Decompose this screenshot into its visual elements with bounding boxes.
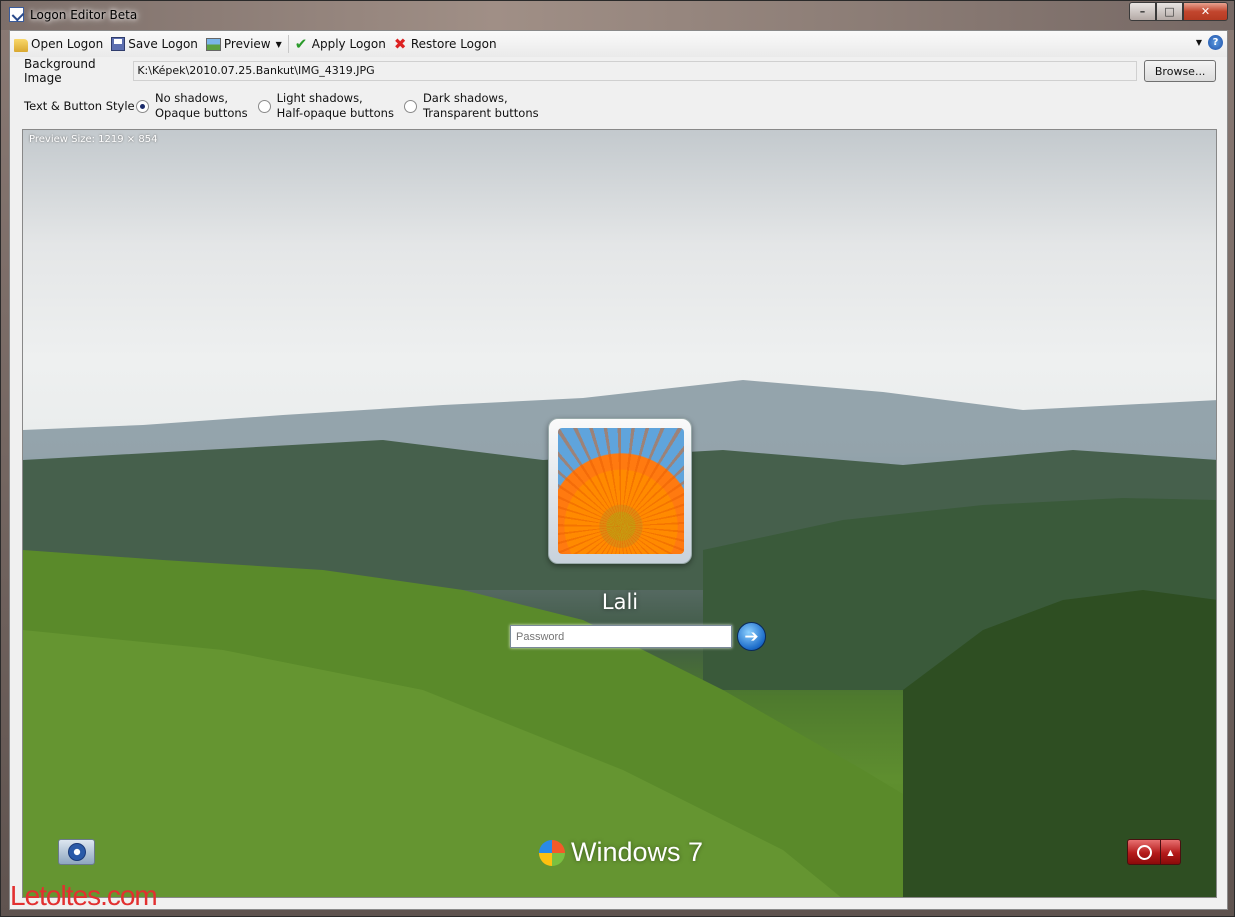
watermark-text: Letoltes.com: [10, 880, 158, 911]
shutdown-button-group: ▲: [1127, 839, 1181, 865]
radio-label-line2: Transparent buttons: [422, 106, 539, 120]
restore-logon-label: Restore Logon: [410, 37, 497, 51]
radio-no-shadows[interactable]: No shadows, Opaque buttons: [136, 91, 248, 121]
app-icon: [9, 7, 24, 22]
open-logon-label: Open Logon: [31, 37, 104, 51]
apply-logon-label: Apply Logon: [311, 37, 386, 51]
password-input[interactable]: [510, 625, 732, 648]
client-area: Open Logon Save Logon Preview ▼ ✔ Apply …: [9, 30, 1228, 910]
user-avatar: [558, 428, 684, 554]
radio-button[interactable]: [257, 99, 271, 113]
background-path-field[interactable]: K:\Képek\2010.07.25.Bankut\IMG_4319.JPG: [133, 61, 1138, 81]
browse-button[interactable]: Browse...: [1144, 60, 1216, 82]
disk-icon: [111, 37, 126, 51]
checkmark-icon: ✔: [294, 35, 308, 53]
style-label: Text & Button Style: [24, 99, 135, 113]
preview-size-label: Preview Size: 1219 × 854: [29, 134, 158, 145]
ease-of-access-icon: [67, 843, 86, 861]
chevron-down-icon: ▼: [275, 39, 282, 49]
restore-logon-button[interactable]: ✖ Restore Logon: [394, 36, 497, 52]
radio-light-shadows[interactable]: Light shadows, Half-opaque buttons: [257, 91, 394, 121]
background-image-row: Background Image K:\Képek\2010.07.25.Ban…: [24, 57, 1216, 85]
folder-icon: [14, 38, 28, 52]
windows-7-logo: Windows 7: [539, 837, 703, 868]
radio-label: Light shadows, Half-opaque buttons: [277, 91, 394, 121]
radio-label-line1: Dark shadows,: [422, 91, 508, 105]
toolbar-separator: [287, 35, 289, 53]
power-icon: [1136, 844, 1152, 860]
user-tile[interactable]: [548, 418, 692, 564]
red-x-icon: ✖: [393, 35, 407, 53]
ease-of-access-button[interactable]: [58, 839, 95, 865]
save-logon-button[interactable]: Save Logon: [111, 37, 198, 51]
apply-logon-button[interactable]: ✔ Apply Logon: [295, 36, 386, 52]
radio-dark-shadows[interactable]: Dark shadows, Transparent buttons: [403, 91, 539, 121]
background-image-label: Background Image: [24, 57, 96, 85]
windows-flag-icon: [539, 839, 565, 866]
radio-label-line1: Light shadows,: [276, 91, 363, 105]
maximize-button[interactable]: □: [1156, 2, 1183, 21]
minimize-button[interactable]: –: [1129, 2, 1156, 21]
radio-button-selected[interactable]: [136, 99, 149, 113]
toolbar: Open Logon Save Logon Preview ▼ ✔ Apply …: [10, 31, 1227, 57]
caption-buttons: – □ ✕: [1129, 2, 1228, 21]
app-window: Logon Editor Beta – □ ✕ Open Logon Save …: [0, 0, 1235, 917]
radio-label: Dark shadows, Transparent buttons: [423, 91, 539, 121]
title-bar[interactable]: Logon Editor Beta – □ ✕: [1, 1, 1234, 30]
preview-dropdown-button[interactable]: Preview ▼: [205, 37, 282, 51]
logon-preview: Preview Size: 1219 × 854 Lali ➔ Windows …: [22, 129, 1217, 898]
overflow-chevron-icon[interactable]: ▼: [1196, 38, 1202, 47]
image-icon: [205, 37, 221, 51]
help-icon[interactable]: ?: [1208, 35, 1223, 50]
username-label: Lali: [601, 590, 639, 614]
windows-7-text: Windows 7: [571, 837, 704, 867]
preview-label: Preview: [223, 37, 271, 51]
power-options-chevron-icon[interactable]: ▲: [1161, 839, 1181, 865]
radio-label-line1: No shadows,: [155, 91, 229, 105]
window-title: Logon Editor Beta: [30, 8, 138, 22]
radio-label-line2: Half-opaque buttons: [276, 106, 394, 120]
toolbar-right: ▼ ?: [1194, 35, 1223, 50]
arrow-right-icon[interactable]: ➔: [737, 622, 766, 651]
save-logon-label: Save Logon: [128, 37, 198, 51]
text-button-style-row: Text & Button Style No shadows, Opaque b…: [24, 90, 549, 122]
power-button[interactable]: [1127, 839, 1161, 865]
radio-label: No shadows, Opaque buttons: [155, 91, 248, 121]
radio-label-line2: Opaque buttons: [155, 106, 248, 120]
close-button[interactable]: ✕: [1183, 2, 1228, 21]
open-logon-button[interactable]: Open Logon: [14, 37, 103, 52]
radio-button[interactable]: [403, 99, 417, 113]
